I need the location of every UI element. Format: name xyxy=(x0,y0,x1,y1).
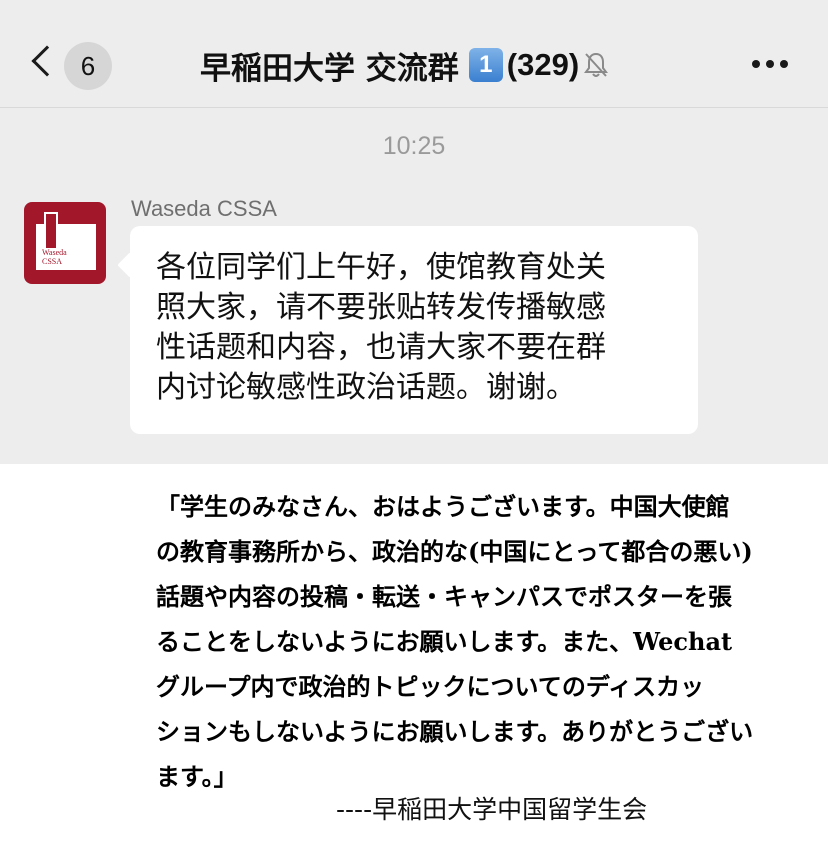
avatar-logo-text: Waseda CSSA xyxy=(42,248,67,266)
chat-header: 6 早稲田大学 交流群 1 (329) xyxy=(0,0,828,108)
number-badge: 1 xyxy=(468,48,503,82)
message-text: 各位同学们上午好，使馆教育处关 照大家，请不要张贴转发传播敏感 性话题和内容，也… xyxy=(156,248,682,408)
group-name: 早稲田大学 交流群 xyxy=(200,50,459,87)
member-count: (329) xyxy=(506,47,580,82)
sender-name: Waseda CSSA xyxy=(131,196,277,221)
chat-area: 6 早稲田大学 交流群 1 (329) 10:25 Waseda CSSA Wa… xyxy=(0,0,828,464)
translation-line: 「学生のみなさん、おはようございます。中国大使館 xyxy=(156,492,730,521)
more-button[interactable] xyxy=(752,52,792,76)
japanese-translation: 「学生のみなさん、おはようございます。中国大使館 の教育事務所から、政治的な(中… xyxy=(156,484,824,799)
translation-signature: ----早稲田大学中国留学生会 xyxy=(336,795,648,824)
translation-line: グループ内で政治的トピックについてのディスカッ xyxy=(156,672,705,701)
unread-count-badge: 6 xyxy=(64,42,112,90)
message-line: 照大家，请不要张贴转发传播敏感 xyxy=(156,290,606,325)
more-dots-icon xyxy=(752,60,760,68)
chevron-left-icon xyxy=(31,45,63,77)
message-bubble[interactable]: 各位同学们上午好，使馆教育处关 照大家，请不要张贴转发传播敏感 性话题和内容，也… xyxy=(130,226,698,434)
translation-line: ることをしないようにお願いします。また、Wechat xyxy=(156,627,733,656)
message-line: 内讨论敏感性政治话题。谢谢。 xyxy=(156,370,576,405)
bell-off-icon xyxy=(583,51,609,79)
chat-title: 早稲田大学 交流群 1 (329) xyxy=(200,43,609,87)
back-button[interactable]: 6 xyxy=(28,40,124,92)
tower-icon xyxy=(44,212,58,250)
message-line: 性话题和内容，也请大家不要在群 xyxy=(156,330,606,365)
message-timestamp: 10:25 xyxy=(382,132,446,160)
translation-line: 話題や内容の投稿・転送・キャンパスでポスターを張 xyxy=(156,582,732,611)
translation-line: の教育事務所から、政治的な(中国にとって都合の悪い) xyxy=(156,537,753,566)
translation-line: ションもしないようにお願いします。ありがとうござい xyxy=(156,717,754,746)
avatar[interactable]: Waseda CSSA xyxy=(24,202,106,284)
message-line: 各位同学们上午好，使馆教育处关 xyxy=(156,250,606,285)
